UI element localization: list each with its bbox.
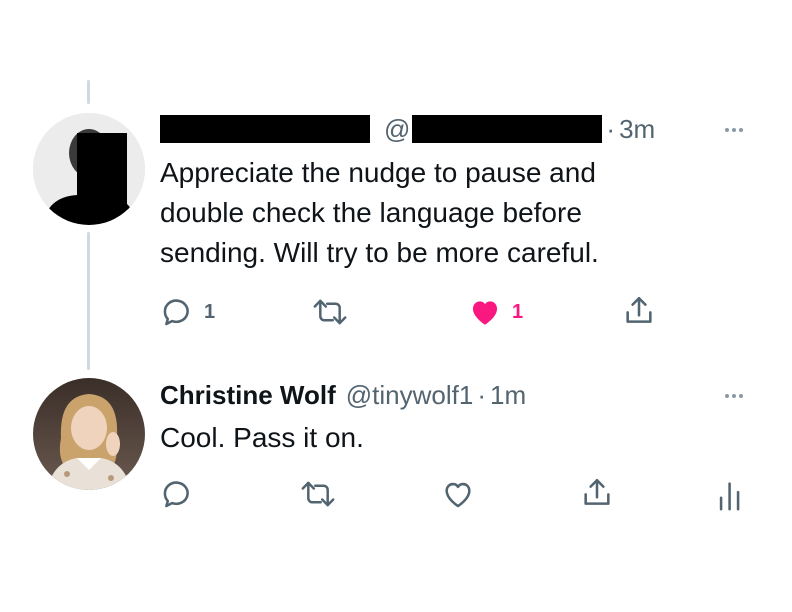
tweet-1-retweet-button[interactable] <box>312 295 348 329</box>
redacted-display-name <box>160 115 370 143</box>
tweet-1-more-icon[interactable] <box>725 128 743 132</box>
like-icon-filled <box>472 301 498 325</box>
tweet-1-timestamp[interactable]: 3m <box>619 114 655 145</box>
tweet-1-header: @ · 3m <box>160 114 655 144</box>
tweet-1-handle-prefix[interactable]: @ <box>384 114 410 145</box>
separator-dot: · <box>606 113 616 144</box>
tweet-2-handle[interactable]: @tinywolf1 <box>346 380 474 411</box>
tweet-2-display-name[interactable]: Christine Wolf <box>160 380 336 411</box>
tweet-2-retweet-button[interactable] <box>300 477 336 511</box>
retweet-icon <box>313 299 347 325</box>
tweet-2-reply-button[interactable] <box>160 477 194 511</box>
avatar-christine-wolf[interactable] <box>33 378 145 490</box>
tweet-1-text-line: Appreciate the nudge to pause and <box>160 157 596 188</box>
tweet-2-header: Christine Wolf @tinywolf1 · 1m <box>160 380 526 410</box>
analytics-icon <box>719 482 740 511</box>
thread-line-connector <box>87 232 90 370</box>
tweet-1-text: Appreciate the nudge to pause and double… <box>160 153 599 273</box>
separator-dot: · <box>477 379 486 410</box>
retweet-icon <box>301 481 335 507</box>
redacted-handle <box>412 115 603 143</box>
like-count: 1 <box>512 300 524 323</box>
reply-icon <box>163 299 189 326</box>
tweet-1-text-line: sending. Will try to be more careful. <box>160 237 599 268</box>
reply-icon <box>163 481 189 508</box>
tweet-1-text-line: double check the language before <box>160 197 582 228</box>
avatar-silhouette <box>33 113 145 225</box>
tweet-2-text: Cool. Pass it on. <box>160 422 364 453</box>
tweet-1-like-button[interactable]: 1 <box>468 295 523 329</box>
tweet-2-analytics-button[interactable] <box>716 478 746 512</box>
tweet-2-timestamp[interactable]: 1m <box>490 380 526 411</box>
share-icon <box>584 478 610 505</box>
avatar-redacted[interactable] <box>33 113 145 225</box>
share-icon <box>626 296 652 323</box>
like-icon <box>445 482 471 508</box>
avatar-photo <box>33 378 145 490</box>
tweet-2-more-icon[interactable] <box>725 394 743 398</box>
reply-count: 1 <box>204 300 216 323</box>
tweet-1-share-button[interactable] <box>622 294 656 328</box>
thread-line-top <box>87 80 90 104</box>
tweet-2-share-button[interactable] <box>580 476 614 510</box>
tweet-1-reply-button[interactable]: 1 <box>160 295 215 329</box>
tweet-2-like-button[interactable] <box>441 477 475 511</box>
